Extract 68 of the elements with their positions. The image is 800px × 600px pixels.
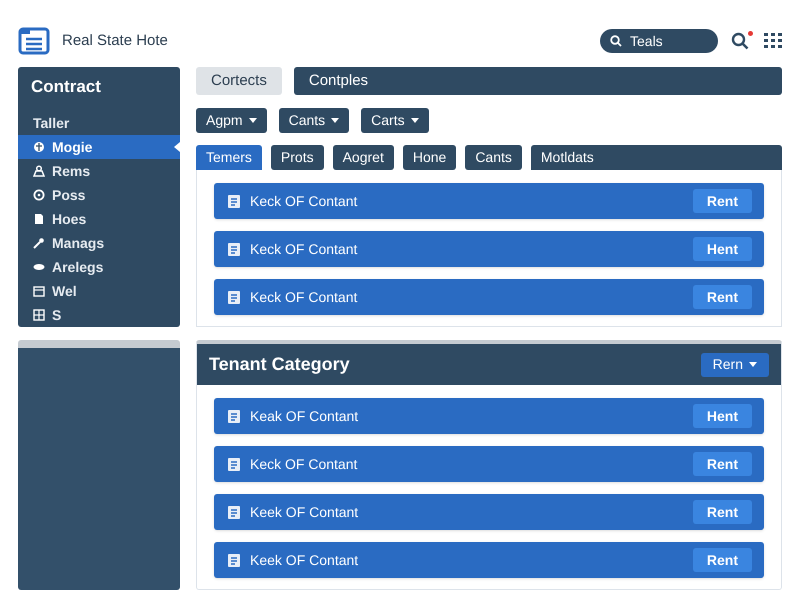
caret-icon: [749, 362, 757, 367]
file-icon: [33, 213, 45, 225]
sidebar-item[interactable]: Poss: [18, 183, 180, 207]
row-label: Keek OF Contant: [250, 502, 358, 522]
rent-button[interactable]: Rent: [692, 189, 752, 213]
list-row[interactable]: Keck OF Contant Rent: [214, 183, 764, 219]
filter-dropdown[interactable]: Carts: [361, 108, 429, 133]
rent-button[interactable]: Rent: [692, 548, 752, 572]
selection-pointer: [174, 142, 180, 152]
caret-icon: [410, 118, 419, 123]
tab[interactable]: Hone: [402, 145, 456, 170]
calendar-icon: [33, 285, 45, 297]
person-icon: [33, 165, 45, 177]
filter-dropdown[interactable]: Cants: [278, 108, 350, 133]
rent-button[interactable]: Hent: [692, 404, 752, 428]
search-button[interactable]: [730, 31, 750, 51]
rent-button[interactable]: Rent: [692, 500, 752, 524]
tab[interactable]: Temers: [196, 145, 262, 170]
list-row[interactable]: Keck OF Contant Rent: [214, 279, 764, 315]
tab[interactable]: Motldats: [530, 145, 782, 170]
list-row[interactable]: Keek OF Contant Rent: [214, 542, 764, 578]
rent-button[interactable]: Hent: [692, 237, 752, 261]
tab[interactable]: Aogret: [332, 145, 394, 170]
document-logo-icon: [18, 27, 50, 55]
sidebar-item[interactable]: Manags: [18, 231, 180, 255]
document-icon: [228, 242, 240, 256]
document-icon: [228, 290, 240, 304]
tab[interactable]: Cants: [465, 145, 522, 170]
list-row[interactable]: Keck OF Contant Hent: [214, 231, 764, 267]
filter-dropdown[interactable]: Agpm: [196, 108, 267, 133]
rent-button[interactable]: Rent: [692, 452, 752, 476]
row-label: Keck OF Contant: [250, 454, 358, 474]
row-label: Keck OF Contant: [250, 240, 358, 258]
row-label: Keak OF Contant: [250, 406, 358, 426]
list-row[interactable]: Keck OF Contant Rent: [214, 446, 764, 482]
list-row[interactable]: Keek OF Contant Rent: [214, 494, 764, 530]
document-icon: [228, 506, 240, 518]
grid-menu-icon[interactable]: [764, 33, 782, 49]
search-icon: [731, 32, 749, 50]
document-icon: [228, 194, 240, 208]
sidebar-title: Contract: [30, 76, 102, 98]
document-icon: [228, 458, 240, 470]
row-label: Keck OF Contant: [250, 192, 358, 210]
rent-button[interactable]: Rent: [692, 285, 752, 309]
search-icon: [610, 35, 622, 47]
dropdown-button[interactable]: Rern: [700, 352, 769, 376]
list-row[interactable]: Keak OF Contant Hent: [214, 398, 764, 434]
app-title: Real State Hote: [62, 30, 168, 51]
sidebar-item[interactable]: Taller: [18, 111, 180, 135]
caret-icon: [248, 118, 257, 123]
sidebar-item[interactable]: Wel: [18, 279, 180, 303]
row-label: Keek OF Contant: [250, 550, 358, 570]
row-label: Keck OF Contant: [250, 288, 358, 306]
document-icon: [228, 410, 240, 422]
sidebar-item[interactable]: S: [18, 303, 180, 327]
tab[interactable]: Contples: [294, 67, 782, 95]
sidebar-item[interactable]: Mogie: [18, 135, 180, 159]
category-title: Tenant Category: [209, 353, 350, 376]
wrench-icon: [33, 237, 45, 249]
sidebar-item[interactable]: Rems: [18, 159, 180, 183]
tab[interactable]: Cortects: [196, 67, 282, 95]
document-icon: [228, 554, 240, 566]
search-field[interactable]: Teals: [600, 29, 718, 53]
grid-icon: [33, 309, 45, 321]
sidebar-item[interactable]: Arelegs: [18, 255, 180, 279]
caret-icon: [331, 118, 340, 123]
tab[interactable]: Prots: [270, 145, 324, 170]
sidebar-item[interactable]: Hoes: [18, 207, 180, 231]
